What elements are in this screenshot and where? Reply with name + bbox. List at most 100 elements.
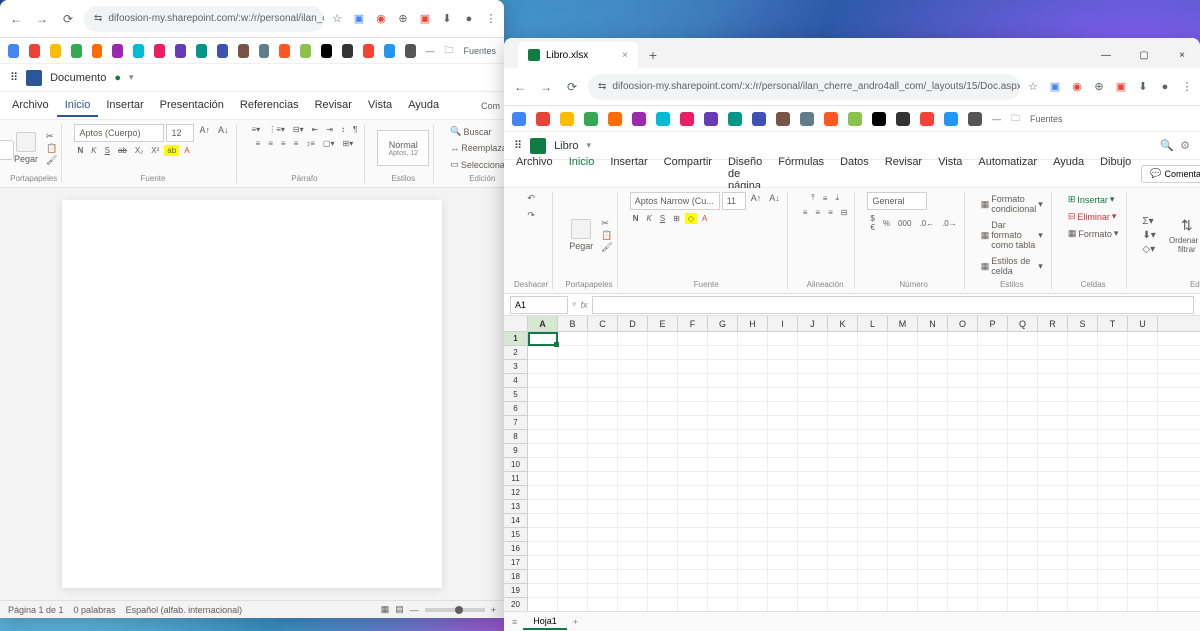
bold-button[interactable]: N <box>74 145 86 156</box>
conditional-format-button[interactable]: ▦ Formato condicional ▾ <box>977 192 1047 216</box>
cell[interactable] <box>798 346 828 359</box>
cell[interactable] <box>708 444 738 457</box>
cell[interactable] <box>678 528 708 541</box>
cell[interactable] <box>588 472 618 485</box>
ext-icon-2[interactable]: ◉ <box>374 12 388 26</box>
font-name-select[interactable]: Aptos (Cuerpo) <box>74 124 164 142</box>
cell[interactable] <box>768 360 798 373</box>
cut-icon[interactable]: ✂ <box>601 218 612 229</box>
cell[interactable] <box>768 542 798 555</box>
currency-button[interactable]: $€ <box>867 213 877 233</box>
cell[interactable] <box>1008 570 1038 583</box>
cell[interactable] <box>858 332 888 345</box>
col-header-K[interactable]: K <box>828 316 858 331</box>
cell[interactable] <box>798 528 828 541</box>
cell[interactable] <box>618 570 648 583</box>
bookmark-icon[interactable] <box>824 112 838 126</box>
cell[interactable] <box>708 402 738 415</box>
cell[interactable] <box>948 556 978 569</box>
cell[interactable] <box>648 472 678 485</box>
cell[interactable] <box>798 500 828 513</box>
cell[interactable] <box>948 528 978 541</box>
cell[interactable] <box>528 486 558 499</box>
align-middle-button[interactable]: ≡ <box>820 193 831 204</box>
cell[interactable] <box>1008 528 1038 541</box>
cell[interactable] <box>1098 388 1128 401</box>
cell[interactable] <box>798 374 828 387</box>
cell[interactable] <box>588 416 618 429</box>
cell[interactable] <box>948 360 978 373</box>
cell[interactable] <box>708 500 738 513</box>
cell[interactable] <box>648 528 678 541</box>
undo-button[interactable]: ↶ <box>524 192 538 205</box>
cell[interactable] <box>1038 570 1068 583</box>
cell[interactable] <box>558 374 588 387</box>
cell[interactable] <box>828 332 858 345</box>
cell[interactable] <box>858 528 888 541</box>
row-header-12[interactable]: 12 <box>504 486 527 500</box>
cell[interactable] <box>948 486 978 499</box>
cell[interactable] <box>1098 598 1128 611</box>
cell[interactable] <box>1098 430 1128 443</box>
cell[interactable] <box>1098 570 1128 583</box>
cell[interactable] <box>798 416 828 429</box>
reload-button[interactable]: ⟳ <box>58 9 78 29</box>
cell[interactable] <box>768 500 798 513</box>
cell[interactable] <box>708 458 738 471</box>
cell[interactable] <box>798 584 828 597</box>
cell[interactable] <box>1098 402 1128 415</box>
bullets-button[interactable]: ≡▾ <box>249 124 264 135</box>
cell[interactable] <box>1008 332 1038 345</box>
cell[interactable] <box>1128 346 1158 359</box>
cell[interactable] <box>948 430 978 443</box>
cell[interactable] <box>888 514 918 527</box>
cell[interactable] <box>888 472 918 485</box>
paste-button[interactable]: Pegar <box>565 215 597 255</box>
cell[interactable] <box>1128 472 1158 485</box>
cell[interactable] <box>798 458 828 471</box>
cell[interactable] <box>1098 472 1128 485</box>
format-painter-icon[interactable]: 🖌 <box>46 155 57 166</box>
cell[interactable] <box>918 570 948 583</box>
col-header-S[interactable]: S <box>1068 316 1098 331</box>
ext-icon-3[interactable]: ⊕ <box>1092 80 1106 94</box>
cell[interactable] <box>798 430 828 443</box>
zoom-slider[interactable] <box>425 608 485 612</box>
bookmark-icon[interactable] <box>384 44 395 58</box>
cell[interactable] <box>858 416 888 429</box>
row-header-8[interactable]: 8 <box>504 430 527 444</box>
cell[interactable] <box>1068 500 1098 513</box>
font-grow-icon[interactable]: A↑ <box>196 124 213 142</box>
cell[interactable] <box>648 360 678 373</box>
cell[interactable] <box>888 388 918 401</box>
cell[interactable] <box>978 584 1008 597</box>
cell[interactable] <box>588 528 618 541</box>
cell[interactable] <box>858 514 888 527</box>
cell[interactable] <box>648 556 678 569</box>
menu-icon[interactable]: ⋮ <box>1180 80 1194 94</box>
cell[interactable] <box>708 514 738 527</box>
cell[interactable] <box>798 332 828 345</box>
cell[interactable] <box>618 346 648 359</box>
fill-color-button[interactable]: ◇ <box>685 213 697 224</box>
cell[interactable] <box>738 360 768 373</box>
cell[interactable] <box>948 514 978 527</box>
cell[interactable] <box>1038 458 1068 471</box>
bookmark-icon[interactable] <box>71 44 82 58</box>
cell[interactable] <box>1038 332 1068 345</box>
cell[interactable] <box>738 570 768 583</box>
cell[interactable] <box>738 332 768 345</box>
cell[interactable] <box>528 570 558 583</box>
cell[interactable] <box>888 500 918 513</box>
add-sheet-button[interactable]: + <box>573 617 578 627</box>
forward-button[interactable]: → <box>536 77 556 97</box>
cell[interactable] <box>618 528 648 541</box>
ext-icon-2[interactable]: ◉ <box>1070 80 1084 94</box>
cell[interactable] <box>858 486 888 499</box>
word-page[interactable] <box>62 200 442 588</box>
cell[interactable] <box>888 416 918 429</box>
highlight-button[interactable]: ab <box>164 145 179 156</box>
cell[interactable] <box>618 598 648 611</box>
cell[interactable] <box>798 598 828 611</box>
cell[interactable] <box>1068 332 1098 345</box>
